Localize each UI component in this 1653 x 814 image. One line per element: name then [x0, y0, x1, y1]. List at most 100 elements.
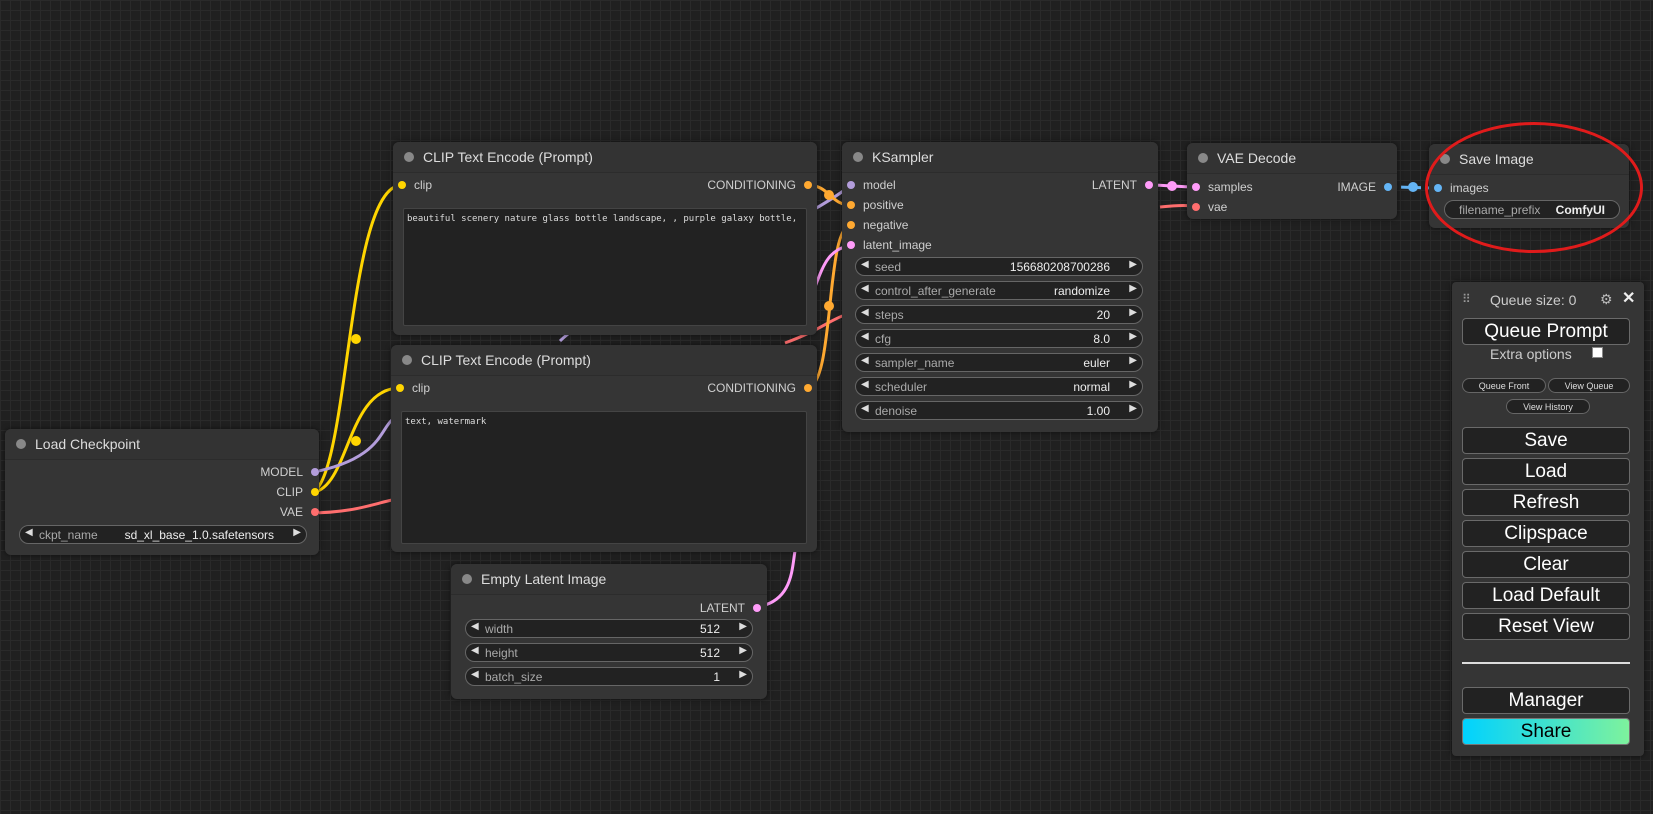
widget-sampler-name[interactable]: ◀ sampler_name euler ▶	[855, 353, 1143, 372]
decrement-arrow-icon[interactable]: ◀	[861, 355, 869, 366]
widget-cfg[interactable]: ◀ cfg 8.0 ▶	[855, 329, 1143, 348]
collapse-dot[interactable]	[16, 439, 26, 449]
node-title[interactable]: KSampler	[842, 142, 1158, 173]
collapse-dot[interactable]	[402, 355, 412, 365]
slot-dot[interactable]	[398, 181, 406, 189]
increment-arrow-icon[interactable]: ▶	[1129, 403, 1137, 414]
widget-steps[interactable]: ◀ steps 20 ▶	[855, 305, 1143, 324]
input-vae[interactable]: vae	[1192, 200, 1227, 214]
view-queue-button[interactable]: View Queue	[1548, 378, 1630, 393]
collapse-dot[interactable]	[462, 574, 472, 584]
slot-dot[interactable]	[753, 604, 761, 612]
widget-control-after-generate[interactable]: ◀ control_after_generate randomize ▶	[855, 281, 1143, 300]
node-load-checkpoint[interactable]: Load Checkpoint MODEL CLIP VAE ◀ ckpt_na…	[5, 429, 319, 555]
gear-icon[interactable]: ⚙	[1600, 291, 1613, 308]
increment-arrow-icon[interactable]: ▶	[1129, 283, 1137, 294]
input-model[interactable]: model	[847, 178, 896, 192]
output-conditioning[interactable]: CONDITIONING	[707, 381, 812, 395]
decrement-arrow-icon[interactable]: ◀	[861, 283, 869, 294]
node-title[interactable]: Empty Latent Image	[451, 564, 767, 595]
output-conditioning[interactable]: CONDITIONING	[707, 178, 812, 192]
input-positive[interactable]: positive	[847, 198, 904, 212]
node-clip-positive[interactable]: CLIP Text Encode (Prompt) clip CONDITION…	[393, 142, 817, 335]
output-latent[interactable]: LATENT	[700, 601, 761, 615]
drag-handle-icon[interactable]: ⠿	[1462, 292, 1471, 306]
node-empty-latent[interactable]: Empty Latent Image LATENT ◀ width 512 ▶ …	[451, 564, 767, 699]
output-latent[interactable]: LATENT	[1092, 178, 1153, 192]
widget-batch-size[interactable]: ◀ batch_size 1 ▶	[465, 667, 753, 686]
widget-scheduler[interactable]: ◀ scheduler normal ▶	[855, 377, 1143, 396]
queue-prompt-button[interactable]: Queue Prompt	[1462, 318, 1630, 345]
clipspace-button[interactable]: Clipspace	[1462, 520, 1630, 547]
slot-dot[interactable]	[847, 241, 855, 249]
node-title[interactable]: Load Checkpoint	[5, 429, 319, 460]
input-negative[interactable]: negative	[847, 218, 908, 232]
input-samples[interactable]: samples	[1192, 180, 1253, 194]
load-button[interactable]: Load	[1462, 458, 1630, 485]
slot-dot[interactable]	[1384, 183, 1392, 191]
decrement-arrow-icon[interactable]: ◀	[25, 527, 33, 538]
increment-arrow-icon[interactable]: ▶	[293, 527, 301, 538]
slot-dot[interactable]	[847, 221, 855, 229]
share-button[interactable]: Share	[1462, 718, 1630, 745]
decrement-arrow-icon[interactable]: ◀	[861, 307, 869, 318]
slot-dot[interactable]	[847, 181, 855, 189]
increment-arrow-icon[interactable]: ▶	[1129, 307, 1137, 318]
node-title[interactable]: CLIP Text Encode (Prompt)	[391, 345, 817, 376]
collapse-dot[interactable]	[404, 152, 414, 162]
decrement-arrow-icon[interactable]: ◀	[471, 621, 479, 632]
close-icon[interactable]: ✕	[1622, 288, 1635, 308]
slot-dot[interactable]	[804, 384, 812, 392]
slot-dot[interactable]	[1192, 183, 1200, 191]
load-default-button[interactable]: Load Default	[1462, 582, 1630, 609]
increment-arrow-icon[interactable]: ▶	[739, 669, 747, 680]
slot-dot[interactable]	[311, 508, 319, 516]
decrement-arrow-icon[interactable]: ◀	[471, 669, 479, 680]
input-latent-image[interactable]: latent_image	[847, 238, 932, 252]
collapse-dot[interactable]	[1198, 153, 1208, 163]
input-clip[interactable]: clip	[396, 381, 430, 395]
reset-view-button[interactable]: Reset View	[1462, 613, 1630, 640]
node-vae-decode[interactable]: VAE Decode samples vae IMAGE	[1187, 143, 1397, 219]
save-button[interactable]: Save	[1462, 427, 1630, 454]
widget-denoise[interactable]: ◀ denoise 1.00 ▶	[855, 401, 1143, 420]
prompt-textarea[interactable]: text, watermark	[401, 411, 807, 544]
queue-front-button[interactable]: Queue Front	[1462, 378, 1546, 393]
slot-dot[interactable]	[396, 384, 404, 392]
manager-button[interactable]: Manager	[1462, 687, 1630, 714]
output-vae[interactable]: VAE	[280, 505, 319, 519]
decrement-arrow-icon[interactable]: ◀	[861, 379, 869, 390]
slot-dot[interactable]	[1145, 181, 1153, 189]
input-clip[interactable]: clip	[398, 178, 432, 192]
view-history-button[interactable]: View History	[1506, 399, 1590, 414]
widget-seed[interactable]: ◀ seed 156680208700286 ▶	[855, 257, 1143, 276]
increment-arrow-icon[interactable]: ▶	[739, 621, 747, 632]
increment-arrow-icon[interactable]: ▶	[1129, 379, 1137, 390]
widget-height[interactable]: ◀ height 512 ▶	[465, 643, 753, 662]
refresh-button[interactable]: Refresh	[1462, 489, 1630, 516]
widget-width[interactable]: ◀ width 512 ▶	[465, 619, 753, 638]
decrement-arrow-icon[interactable]: ◀	[861, 259, 869, 270]
collapse-dot[interactable]	[853, 152, 863, 162]
node-ksampler[interactable]: KSampler model positive negative latent_…	[842, 142, 1158, 432]
slot-dot[interactable]	[804, 181, 812, 189]
decrement-arrow-icon[interactable]: ◀	[471, 645, 479, 656]
output-image[interactable]: IMAGE	[1337, 180, 1392, 194]
prompt-textarea[interactable]: beautiful scenery nature glass bottle la…	[403, 208, 807, 326]
slot-dot[interactable]	[847, 201, 855, 209]
output-clip[interactable]: CLIP	[276, 485, 319, 499]
node-clip-negative[interactable]: CLIP Text Encode (Prompt) clip CONDITION…	[391, 345, 817, 552]
decrement-arrow-icon[interactable]: ◀	[861, 331, 869, 342]
clear-button[interactable]: Clear	[1462, 551, 1630, 578]
node-title[interactable]: CLIP Text Encode (Prompt)	[393, 142, 817, 173]
increment-arrow-icon[interactable]: ▶	[1129, 331, 1137, 342]
extra-options-checkbox[interactable]	[1592, 347, 1603, 358]
increment-arrow-icon[interactable]: ▶	[1129, 259, 1137, 270]
output-model[interactable]: MODEL	[260, 465, 319, 479]
increment-arrow-icon[interactable]: ▶	[739, 645, 747, 656]
slot-dot[interactable]	[311, 488, 319, 496]
slot-dot[interactable]	[311, 468, 319, 476]
widget-ckpt-name[interactable]: ◀ ckpt_name sd_xl_base_1.0.safetensors ▶	[19, 525, 307, 544]
slot-dot[interactable]	[1192, 203, 1200, 211]
node-title[interactable]: VAE Decode	[1187, 143, 1397, 174]
